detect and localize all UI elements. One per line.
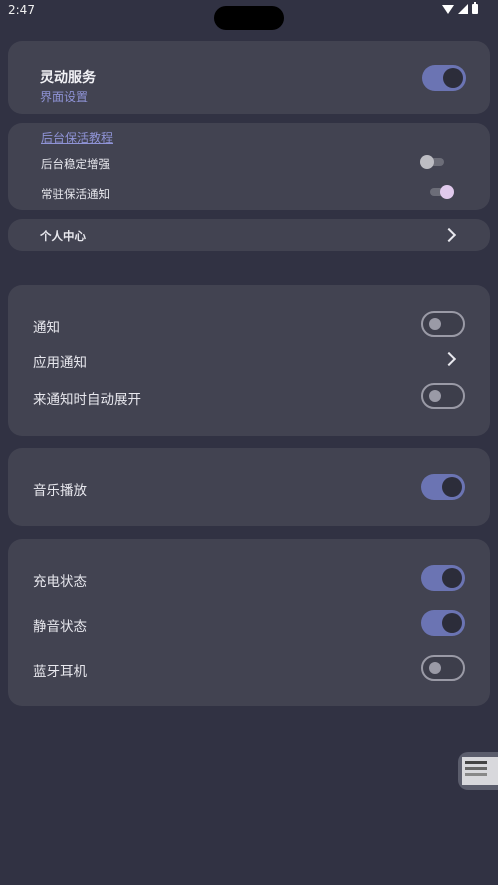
personal-center-label: 个人中心	[40, 229, 86, 243]
toggle-knob	[442, 613, 462, 633]
toggle-knob	[442, 477, 462, 497]
switch-thumb	[420, 155, 434, 169]
thumbnail-image	[462, 757, 498, 785]
notification-card: 通知 应用通知 来通知时自动展开	[8, 285, 490, 436]
personal-center-row[interactable]: 个人中心	[8, 219, 490, 251]
mute-status-toggle[interactable]	[421, 610, 465, 636]
persistent-notification-label: 常驻保活通知	[41, 187, 110, 201]
music-playback-toggle[interactable]	[421, 474, 465, 500]
bluetooth-headset-toggle[interactable]	[421, 655, 465, 681]
chevron-right-icon	[441, 227, 457, 243]
app-notification-label: 应用通知	[33, 355, 87, 371]
ui-settings-link[interactable]: 界面设置	[40, 88, 88, 105]
charging-status-toggle[interactable]	[421, 565, 465, 591]
signal-icon	[458, 4, 468, 14]
chevron-right-icon	[441, 351, 457, 367]
service-toggle[interactable]	[422, 65, 466, 91]
notification-toggle[interactable]	[421, 311, 465, 337]
stability-boost-switch[interactable]	[420, 155, 446, 169]
toggle-knob	[443, 68, 463, 88]
toggle-knob	[429, 390, 441, 402]
toggle-knob	[442, 568, 462, 588]
auto-expand-toggle[interactable]	[421, 383, 465, 409]
switch-thumb	[440, 185, 454, 199]
stability-boost-label: 后台稳定增强	[41, 157, 110, 171]
status-time: 2:47	[8, 3, 35, 17]
toggle-knob	[429, 662, 441, 674]
persistent-notification-switch[interactable]	[428, 185, 454, 199]
camera-cutout	[214, 6, 284, 30]
keepalive-card: 后台保活教程 后台稳定增强 常驻保活通知	[8, 123, 490, 210]
wifi-icon	[442, 4, 454, 14]
app-notification-row[interactable]: 应用通知	[8, 343, 490, 375]
charging-status-label: 充电状态	[33, 574, 87, 590]
notification-label: 通知	[33, 320, 60, 336]
status-card: 充电状态 静音状态 蓝牙耳机	[8, 539, 490, 706]
screenshot-thumbnail[interactable]	[458, 752, 498, 790]
bluetooth-headset-label: 蓝牙耳机	[33, 664, 87, 680]
service-title: 灵动服务	[40, 70, 96, 86]
mute-status-label: 静音状态	[33, 619, 87, 635]
toggle-knob	[429, 318, 441, 330]
music-playback-label: 音乐播放	[33, 483, 87, 499]
status-icons	[442, 2, 478, 14]
auto-expand-label: 来通知时自动展开	[33, 392, 141, 408]
music-card: 音乐播放	[8, 448, 490, 526]
battery-icon	[472, 2, 478, 14]
keepalive-tutorial-link[interactable]: 后台保活教程	[41, 129, 113, 146]
status-bar: 2:47	[0, 0, 498, 30]
service-card[interactable]: 灵动服务 界面设置	[8, 41, 490, 114]
